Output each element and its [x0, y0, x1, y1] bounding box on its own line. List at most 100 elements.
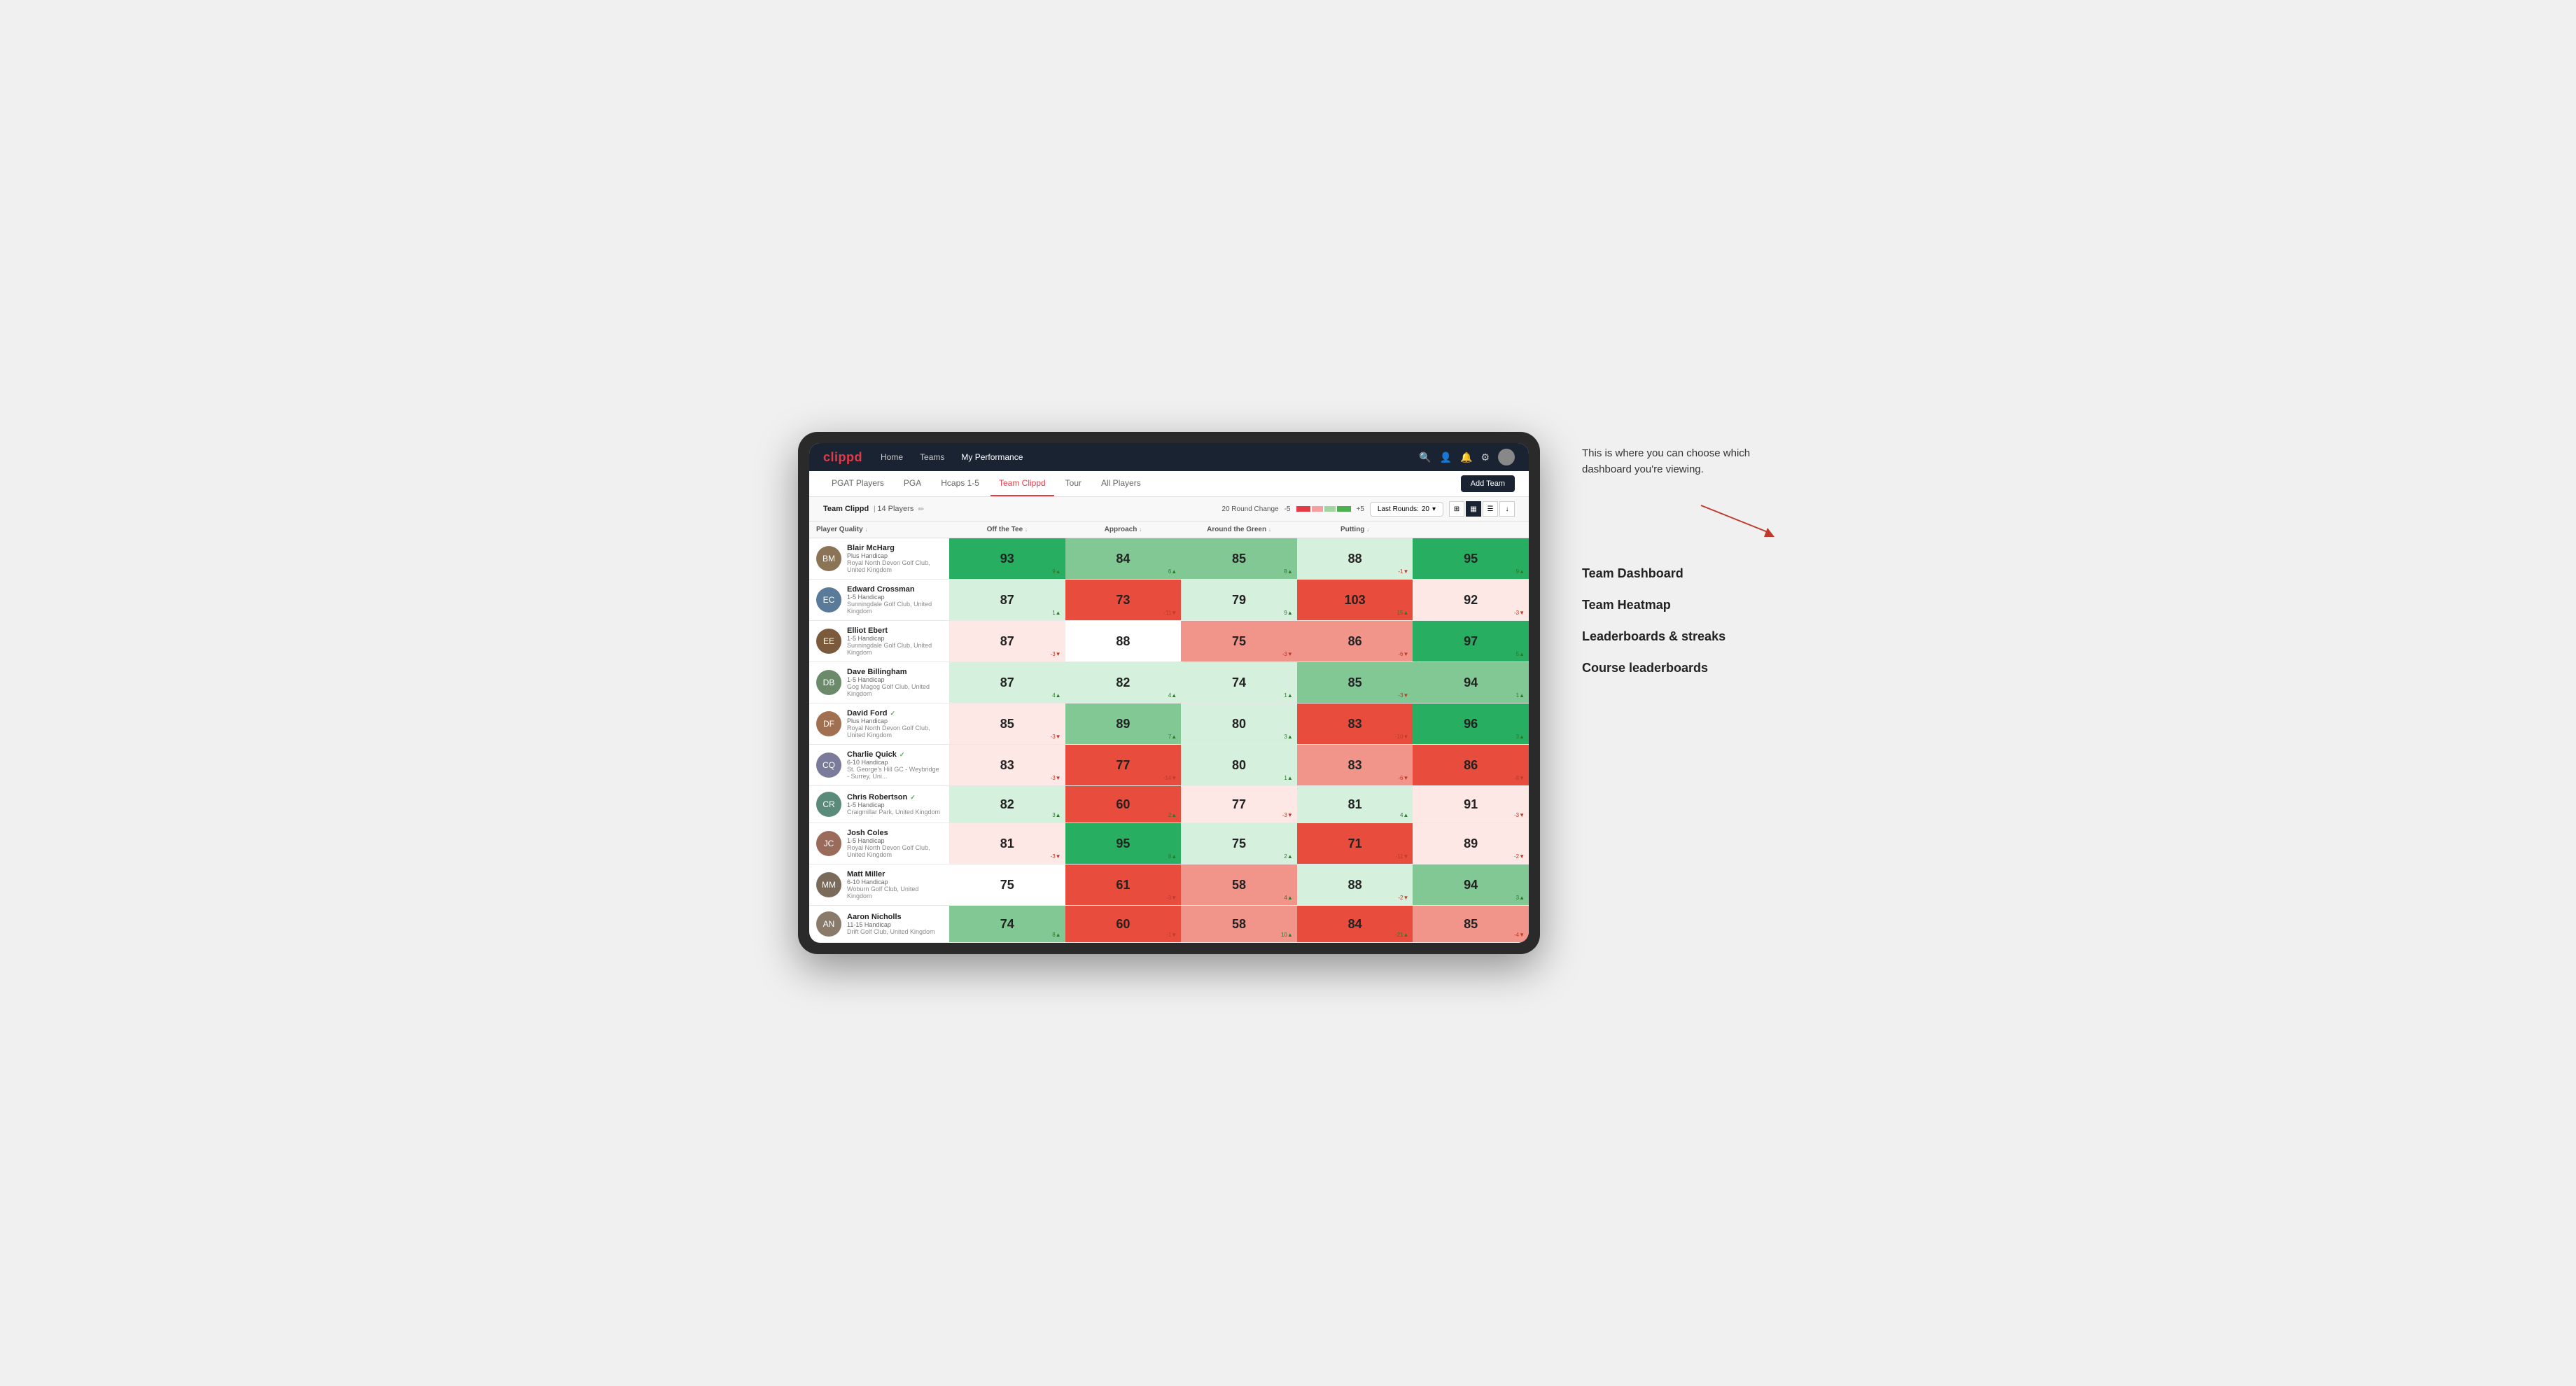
stat-change: -3▼ — [1051, 775, 1061, 781]
stat-change: 6▲ — [1168, 568, 1177, 575]
avatar: CR — [816, 792, 841, 817]
dashboard-menu-item[interactable]: Course leaderboards — [1582, 652, 1778, 684]
subnav-all-players[interactable]: All Players — [1093, 471, 1149, 496]
nav-teams[interactable]: Teams — [918, 449, 946, 465]
page-wrapper: clippd Home Teams My Performance 🔍 👤 🔔 ⚙… — [798, 432, 1778, 954]
app-logo: clippd — [823, 450, 862, 465]
stat-cell: 5810▲ — [1181, 906, 1297, 942]
stat-value: 75 — [1000, 878, 1014, 892]
add-team-button[interactable]: Add Team — [1461, 475, 1515, 492]
last-rounds-label: Last Rounds: — [1378, 505, 1419, 513]
nav-home[interactable]: Home — [879, 449, 904, 465]
stat-cell: 963▲ — [1413, 704, 1529, 744]
stat-change: -3▼ — [1166, 895, 1177, 901]
avatar[interactable] — [1498, 449, 1515, 465]
subnav-team-clippd[interactable]: Team Clippd — [990, 471, 1054, 496]
stat-cell: 824▲ — [1065, 662, 1182, 703]
subnav-pga[interactable]: PGA — [895, 471, 930, 496]
player-count: 14 Players — [877, 505, 913, 513]
stat-change: 7▲ — [1168, 734, 1177, 740]
player-info[interactable]: EEElliot Ebert1-5 HandicapSunningdale Go… — [809, 621, 949, 662]
download-button[interactable]: ↓ — [1499, 501, 1515, 517]
round-change-label: 20 Round Change — [1222, 505, 1278, 513]
player-info[interactable]: DFDavid Ford✓Plus HandicapRoyal North De… — [809, 704, 949, 744]
stat-cell: 77-14▼ — [1065, 745, 1182, 785]
stat-change: -6▼ — [1398, 775, 1408, 781]
stat-change: 1▲ — [1052, 610, 1060, 616]
player-info[interactable]: BMBlair McHargPlus HandicapRoyal North D… — [809, 538, 949, 579]
table-row: MMMatt Miller6-10 HandicapWoburn Golf Cl… — [809, 864, 1529, 906]
table-row: CRChris Robertson✓1-5 HandicapCraigmilla… — [809, 786, 1529, 823]
player-club: Royal North Devon Golf Club, United King… — [847, 559, 942, 573]
stat-value: 84 — [1116, 552, 1130, 566]
last-rounds-button[interactable]: Last Rounds: 20 ▾ — [1370, 502, 1443, 517]
dashboard-menu-item[interactable]: Team Heatmap — [1582, 589, 1778, 621]
col-player-quality[interactable]: Player Quality ↓ — [809, 522, 949, 538]
dashboard-menu-item[interactable]: Team Dashboard — [1582, 558, 1778, 589]
stat-value: 97 — [1464, 634, 1478, 649]
stat-value: 86 — [1348, 634, 1362, 649]
profile-icon[interactable]: 👤 — [1440, 451, 1452, 463]
player-handicap: Plus Handicap — [847, 718, 942, 724]
player-club: Woburn Golf Club, United Kingdom — [847, 886, 942, 899]
stat-cell: 87-3▼ — [949, 621, 1065, 662]
stat-value: 75 — [1232, 836, 1246, 851]
table-row: ECEdward Crossman1-5 HandicapSunningdale… — [809, 580, 1529, 621]
stat-value: 85 — [1464, 917, 1478, 932]
player-club: St. George's Hill GC - Weybridge - Surre… — [847, 766, 942, 780]
stat-value: 73 — [1116, 593, 1130, 608]
player-info[interactable]: DBDave Billingham1-5 HandicapGog Magog G… — [809, 662, 949, 703]
team-separator: | — [872, 505, 877, 513]
stat-change: 1▲ — [1284, 692, 1292, 699]
stat-change: -3▼ — [1051, 651, 1061, 657]
avatar: EE — [816, 629, 841, 654]
player-info[interactable]: ECEdward Crossman1-5 HandicapSunningdale… — [809, 580, 949, 620]
stat-value: 81 — [1348, 797, 1362, 812]
player-handicap: 1-5 Handicap — [847, 635, 942, 642]
player-info[interactable]: JCJosh Coles1-5 HandicapRoyal North Devo… — [809, 823, 949, 864]
stat-value: 85 — [1232, 552, 1246, 566]
settings-icon[interactable]: ⚙ — [1480, 451, 1490, 463]
subnav-tour[interactable]: Tour — [1057, 471, 1090, 496]
bell-icon[interactable]: 🔔 — [1460, 451, 1472, 463]
stat-cell: 75-3▼ — [1181, 621, 1297, 662]
list-view-button[interactable]: ☰ — [1483, 501, 1498, 517]
player-info[interactable]: ANAaron Nicholls11-15 HandicapDrift Golf… — [809, 906, 949, 942]
stat-cell: 73 -11▼ — [1065, 580, 1182, 620]
stat-cell: 748▲ — [949, 906, 1065, 942]
table-row: DFDavid Ford✓Plus HandicapRoyal North De… — [809, 704, 1529, 745]
player-name: Josh Coles — [847, 829, 942, 837]
player-club: Royal North Devon Golf Club, United King… — [847, 724, 942, 738]
subnav-hcaps[interactable]: Hcaps 1-5 — [932, 471, 988, 496]
stat-change: -11▼ — [1163, 610, 1177, 616]
stat-value: 61 — [1116, 878, 1130, 892]
search-icon[interactable]: 🔍 — [1419, 451, 1431, 463]
edit-icon[interactable]: ✏ — [918, 505, 924, 514]
subnav-pgat[interactable]: PGAT Players — [823, 471, 892, 496]
dashboard-menu-item[interactable]: Leaderboards & streaks — [1582, 621, 1778, 652]
player-info[interactable]: CQCharlie Quick✓6-10 HandicapSt. George'… — [809, 745, 949, 785]
stat-change: -3▼ — [1282, 812, 1293, 818]
col-putting[interactable]: Putting ↓ — [1297, 522, 1413, 538]
nav-my-performance[interactable]: My Performance — [960, 449, 1024, 465]
heatmap-green-dark — [1337, 506, 1351, 512]
col-around-green[interactable]: Around the Green ↓ — [1181, 522, 1297, 538]
stat-value: 95 — [1464, 552, 1478, 566]
table-view-button[interactable]: ▦ — [1466, 501, 1481, 517]
grid-view-button[interactable]: ⊞ — [1449, 501, 1464, 517]
stat-value: 87 — [1000, 593, 1014, 608]
player-info[interactable]: CRChris Robertson✓1-5 HandicapCraigmilla… — [809, 786, 949, 822]
stat-change: -1▼ — [1166, 932, 1177, 938]
col-off-tee[interactable]: Off the Tee ↓ — [949, 522, 1065, 538]
player-club: Craigmillar Park, United Kingdom — [847, 808, 940, 816]
player-info[interactable]: MMMatt Miller6-10 HandicapWoburn Golf Cl… — [809, 864, 949, 905]
stat-change: 1▲ — [1284, 775, 1292, 781]
stat-cell: 874▲ — [949, 662, 1065, 703]
player-club: Drift Golf Club, United Kingdom — [847, 928, 935, 935]
stat-change: -1▼ — [1398, 568, 1408, 575]
stat-value: 91 — [1464, 797, 1478, 812]
sub-nav: PGAT Players PGA Hcaps 1-5 Team Clippd T… — [809, 471, 1529, 497]
stat-change: -21▲ — [1395, 932, 1408, 938]
stat-value: 58 — [1232, 917, 1246, 932]
col-approach[interactable]: Approach ↓ — [1065, 522, 1182, 538]
